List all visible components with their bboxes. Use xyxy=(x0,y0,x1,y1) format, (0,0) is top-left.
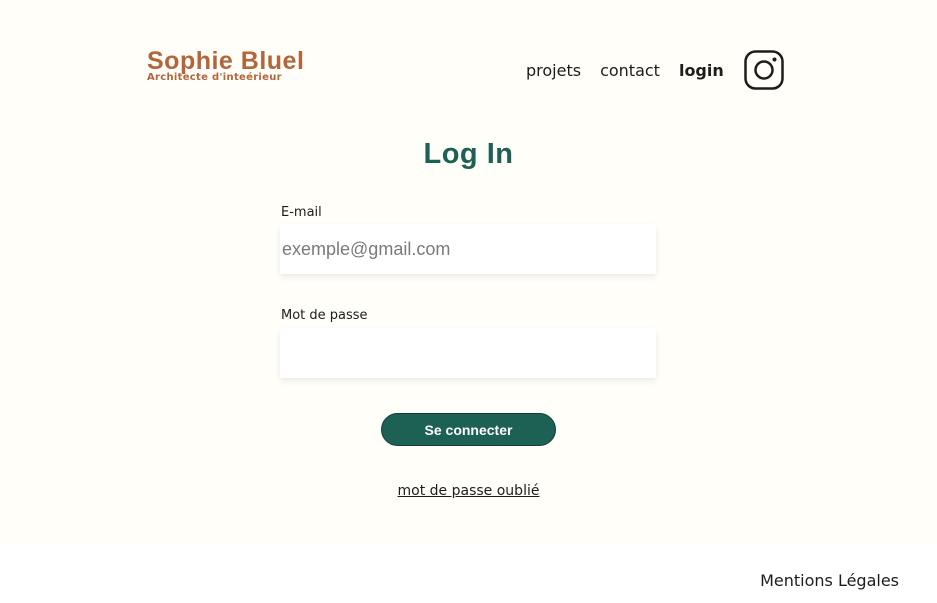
nav-link-projets[interactable]: projets xyxy=(526,61,581,80)
instagram-icon[interactable] xyxy=(744,50,784,90)
brand-subtitle: Architecte d'inteérieur xyxy=(147,72,282,83)
nav-link-login[interactable]: login xyxy=(679,61,724,80)
brand-name: Sophie Bluel xyxy=(147,47,305,75)
nav-link-contact[interactable]: contact xyxy=(600,61,660,80)
forgot-password-link[interactable]: mot de passe oublié xyxy=(398,483,540,499)
forgot-password-wrapper: mot de passe oublié xyxy=(0,480,937,499)
main-nav: projets contact login xyxy=(526,50,784,90)
password-field[interactable] xyxy=(280,328,656,378)
page: Sophie Bluel Architecte d'inteérieur pro… xyxy=(0,0,937,603)
password-label: Mot de passe xyxy=(281,308,368,323)
email-label: E-mail xyxy=(281,205,322,220)
page-title: Log In xyxy=(423,138,514,170)
submit-button[interactable]: Se connecter xyxy=(381,413,556,446)
brand: Sophie Bluel Architecte d'inteérieur xyxy=(147,47,304,83)
main-area: Sophie Bluel Architecte d'inteérieur pro… xyxy=(0,0,937,545)
email-field[interactable] xyxy=(280,224,656,274)
legal-notice-link[interactable]: Mentions Légales xyxy=(760,571,899,590)
